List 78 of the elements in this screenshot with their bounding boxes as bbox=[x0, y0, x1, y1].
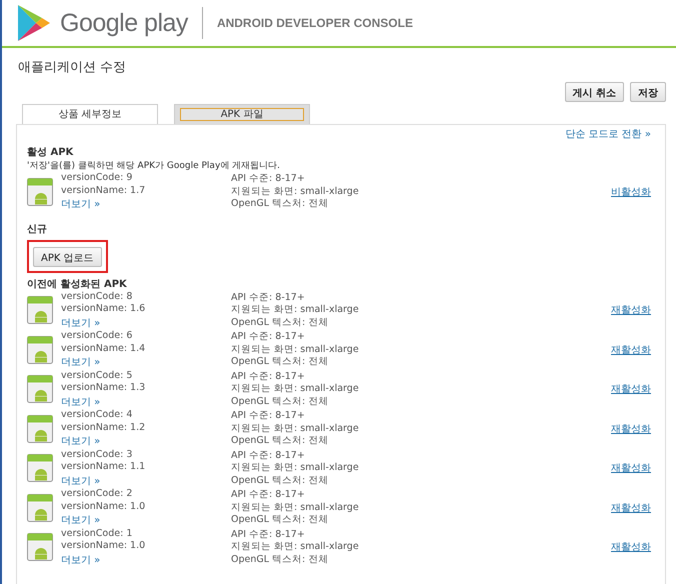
activation-link[interactable]: 재활성화 bbox=[611, 422, 651, 436]
api-level: API 수준: 8-17+ bbox=[231, 331, 306, 344]
android-app-icon bbox=[27, 494, 53, 522]
opengl-textures: OpenGL 텍스처: 전체 bbox=[231, 396, 330, 408]
version-name: versionName: 1.3 bbox=[61, 382, 146, 395]
play-logo-icon bbox=[16, 4, 52, 42]
supported-screens: 지원되는 화면: small-xlarge bbox=[231, 541, 360, 554]
opengl-textures: OpenGL 텍스처: 전체 bbox=[231, 198, 330, 210]
page-title: 애플리케이션 수정 bbox=[17, 59, 128, 77]
version-code: versionCode: 5 bbox=[61, 370, 134, 382]
api-level: API 수준: 8-17+ bbox=[231, 410, 306, 422]
action-button[interactable]: 게시 취소 bbox=[564, 82, 624, 102]
android-app-icon bbox=[27, 375, 53, 404]
android-app-icon bbox=[27, 414, 53, 443]
api-level: API 수준: 8-17+ bbox=[231, 450, 306, 462]
section-note: '저장'을(를) 클릭하면 해당 APK가 Google Play에 게재됩니다. bbox=[27, 160, 281, 172]
action-button[interactable]: 저장 bbox=[630, 82, 666, 102]
activation-link[interactable]: 재활성화 bbox=[611, 342, 651, 357]
more-link[interactable]: 더보기 » bbox=[61, 355, 231, 370]
version-code: versionCode: 2 bbox=[61, 488, 134, 501]
android-app-icon bbox=[27, 178, 53, 206]
supported-screens: 지원되는 화면: small-xlarge bbox=[231, 502, 360, 514]
android-app-icon bbox=[27, 336, 53, 364]
more-link[interactable]: 더보기 » bbox=[61, 316, 231, 330]
opengl-textures: OpenGL 텍스처: 전체 bbox=[231, 356, 330, 368]
android-app-icon bbox=[27, 533, 53, 562]
android-app-icon bbox=[27, 296, 53, 324]
version-name: versionName: 1.0 bbox=[61, 500, 146, 514]
activation-link[interactable]: 재활성화 bbox=[611, 461, 651, 476]
version-code: versionCode: 4 bbox=[61, 409, 134, 422]
activation-link[interactable]: 재활성화 bbox=[611, 540, 651, 554]
activation-link[interactable]: 재활성화 bbox=[611, 303, 651, 318]
version-code: versionCode: 9 bbox=[61, 172, 134, 185]
supported-screens: 지원되는 화면: small-xlarge bbox=[231, 186, 360, 198]
supported-screens: 지원되는 화면: small-xlarge bbox=[231, 304, 360, 316]
activation-link[interactable]: 비활성화 bbox=[611, 184, 651, 199]
api-level: API 수준: 8-17+ bbox=[231, 292, 306, 304]
version-code: versionCode: 8 bbox=[61, 290, 134, 304]
logo-text: Google play bbox=[60, 8, 188, 38]
opengl-textures: OpenGL 텍스처: 전체 bbox=[231, 554, 330, 566]
more-link[interactable]: 더보기 » bbox=[61, 474, 231, 488]
version-code: versionCode: 3 bbox=[61, 448, 134, 462]
more-link[interactable]: 더보기 » bbox=[61, 394, 231, 409]
version-name: versionName: 1.7 bbox=[61, 184, 146, 198]
opengl-textures: OpenGL 텍스처: 전체 bbox=[231, 435, 330, 448]
version-name: versionName: 1.4 bbox=[61, 342, 146, 356]
version-name: versionName: 1.2 bbox=[61, 422, 146, 434]
version-name: versionName: 1.1 bbox=[61, 461, 146, 474]
api-level: API 수준: 8-17+ bbox=[231, 489, 306, 502]
more-link[interactable]: 더보기 » bbox=[61, 434, 231, 448]
version-code: versionCode: 1 bbox=[61, 528, 134, 540]
activation-link[interactable]: 재활성화 bbox=[611, 382, 651, 396]
version-name: versionName: 1.6 bbox=[61, 303, 146, 316]
tab[interactable]: APK 파일 bbox=[174, 104, 310, 124]
api-level: API 수준: 8-17+ bbox=[231, 370, 306, 383]
more-link[interactable]: 더보기 » bbox=[61, 552, 231, 567]
supported-screens: 지원되는 화면: small-xlarge bbox=[231, 344, 360, 356]
simple-mode-link[interactable]: 단순 모드로 전환 » bbox=[565, 127, 651, 141]
api-level: API 수준: 8-17+ bbox=[231, 173, 306, 186]
version-code: versionCode: 6 bbox=[61, 330, 134, 343]
supported-screens: 지원되는 화면: small-xlarge bbox=[231, 462, 360, 474]
more-link[interactable]: 더보기 » bbox=[61, 197, 231, 212]
api-level: API 수준: 8-17+ bbox=[231, 528, 306, 541]
section-title: 신규 bbox=[27, 222, 48, 236]
opengl-textures: OpenGL 텍스처: 전체 bbox=[231, 474, 330, 487]
tab[interactable]: 상품 세부정보 bbox=[22, 104, 158, 124]
upload-button[interactable]: APK 업로드 bbox=[33, 246, 102, 266]
opengl-textures: OpenGL 텍스처: 전체 bbox=[231, 514, 330, 526]
section-title: 활성 APK bbox=[27, 146, 74, 159]
section-title: 이전에 활성화된 APK bbox=[27, 278, 128, 290]
version-name: versionName: 1.0 bbox=[61, 540, 146, 553]
console-title: ANDROID DEVELOPER CONSOLE bbox=[216, 16, 413, 30]
android-app-icon bbox=[27, 454, 53, 482]
supported-screens: 지원되는 화면: small-xlarge bbox=[231, 422, 360, 435]
supported-screens: 지원되는 화면: small-xlarge bbox=[231, 383, 360, 396]
activation-link[interactable]: 재활성화 bbox=[611, 500, 651, 515]
more-link[interactable]: 더보기 » bbox=[61, 513, 231, 528]
opengl-textures: OpenGL 텍스처: 전체 bbox=[231, 316, 330, 329]
